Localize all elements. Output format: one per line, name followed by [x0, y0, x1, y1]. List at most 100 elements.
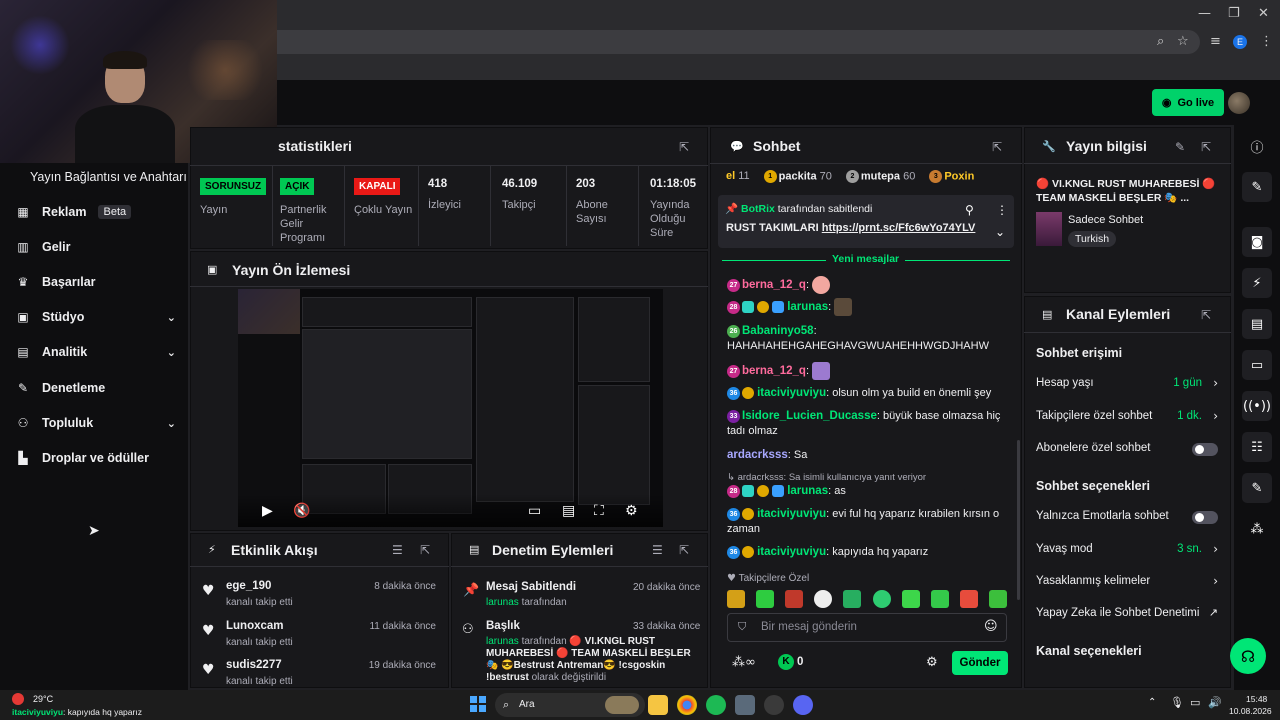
- lightning-icon[interactable]: ⚡: [1242, 268, 1272, 298]
- mute-icon[interactable]: 🔇: [293, 503, 310, 519]
- discord-icon[interactable]: [793, 695, 813, 715]
- camera-icon[interactable]: ◙: [1242, 227, 1272, 257]
- sidebar-item-drops[interactable]: ▙ Droplar ve ödüller: [16, 448, 176, 468]
- info-icon[interactable]: ⓘ: [1242, 131, 1272, 161]
- clock-time[interactable]: 15:48: [1246, 694, 1267, 704]
- unpin-icon[interactable]: ⚲: [965, 203, 974, 217]
- play-icon[interactable]: ▶: [262, 503, 273, 519]
- network-icon[interactable]: ▭: [1190, 696, 1200, 709]
- emote-icon[interactable]: [843, 590, 862, 608]
- setting-ai-moderation[interactable]: Yapay Zeka ile Sohbet Denetimi ↗: [1036, 606, 1218, 623]
- profile-avatar[interactable]: E: [1233, 35, 1247, 49]
- wrench-icon[interactable]: ✎: [1242, 473, 1272, 503]
- clip-icon[interactable]: ▤: [562, 503, 575, 519]
- user-avatar[interactable]: [1228, 92, 1250, 114]
- taskbar-search[interactable]: ⌕ Ara: [495, 693, 645, 717]
- sidebar-item-analytics[interactable]: ▤ Analitik ⌄: [16, 342, 176, 362]
- weather-temp[interactable]: 29°C: [33, 694, 53, 704]
- chat-bubble-icon[interactable]: ▭: [1242, 350, 1272, 380]
- bot-commands-icon[interactable]: ⁂∞: [732, 655, 756, 670]
- popout-icon[interactable]: ⇱: [679, 543, 689, 557]
- sidebar-item-moderation[interactable]: ✎ Denetleme: [16, 378, 176, 398]
- channel-actions-icon[interactable]: ☷: [1242, 432, 1272, 462]
- file-explorer-icon[interactable]: [648, 695, 668, 715]
- emote-icon[interactable]: [901, 590, 920, 608]
- emote-icon[interactable]: [930, 590, 949, 608]
- menu-kebab-icon[interactable]: ⋮: [1260, 34, 1273, 49]
- category-thumbnail[interactable]: [1036, 212, 1062, 246]
- go-live-button[interactable]: ◉ Go live: [1152, 89, 1224, 116]
- stream-video[interactable]: [238, 289, 663, 527]
- volume-icon[interactable]: 🔊: [1208, 696, 1222, 709]
- bookmark-star-icon[interactable]: ☆: [1177, 34, 1189, 49]
- filter-icon[interactable]: ☰: [652, 543, 663, 557]
- sidebar-stream-key-title[interactable]: Yayın Bağlantısı ve Anahtarı: [30, 170, 187, 184]
- popout-icon[interactable]: ⇱: [420, 543, 430, 557]
- chat-input[interactable]: ⛉ Bir mesaj gönderin ☺: [727, 613, 1007, 642]
- setting-banned-words[interactable]: Yasaklanmış kelimeler ›: [1036, 574, 1218, 591]
- edit-pencil-icon[interactable]: ✎: [1242, 172, 1272, 202]
- setting-account-age[interactable]: Hesap yaşı 1 gün ›: [1036, 376, 1218, 393]
- zoom-icon[interactable]: ⌕: [1157, 34, 1164, 49]
- clock-date[interactable]: 10.08.2026: [1229, 706, 1272, 716]
- send-button[interactable]: Gönder: [952, 651, 1008, 675]
- popout-icon[interactable]: ⇱: [992, 140, 1002, 154]
- emote-icon[interactable]: [988, 590, 1007, 608]
- chevron-down-icon[interactable]: ⌄: [995, 225, 1005, 239]
- chevron-right-icon: ›: [1213, 409, 1218, 423]
- chrome-icon[interactable]: [677, 695, 697, 715]
- sidebar-item-achievements[interactable]: ♛ Başarılar: [16, 272, 176, 292]
- settings-gear-icon[interactable]: ⚙: [926, 655, 938, 670]
- popout-icon[interactable]: ⇱: [1201, 140, 1211, 154]
- emote-icon[interactable]: [872, 590, 891, 608]
- setting-slow-mode[interactable]: Yavaş mod 3 sn. ›: [1036, 542, 1218, 559]
- emote-icon[interactable]: [756, 590, 775, 608]
- windows-start-icon[interactable]: [470, 696, 486, 712]
- app-icon[interactable]: [764, 695, 784, 715]
- emote-only-toggle[interactable]: [1192, 511, 1218, 524]
- pinned-link[interactable]: https://prnt.sc/Ffc6wYo74YLV: [822, 222, 976, 234]
- language-tag[interactable]: Turkish: [1068, 231, 1117, 247]
- tray-overflow-icon[interactable]: ⌃: [1148, 697, 1156, 708]
- settings-gear-icon[interactable]: ⚙: [625, 503, 638, 519]
- status-badge: SORUNSUZ: [200, 178, 267, 195]
- document-icon[interactable]: ▤: [1242, 309, 1272, 339]
- emoji-icon[interactable]: ☺: [984, 619, 998, 634]
- app-icon[interactable]: [735, 695, 755, 715]
- channel-points-icon[interactable]: K: [778, 654, 794, 670]
- integrations-icon[interactable]: ⁂: [1242, 514, 1272, 544]
- spotify-icon[interactable]: [706, 695, 726, 715]
- broadcast-icon[interactable]: ((•)): [1242, 391, 1272, 421]
- microphone-icon[interactable]: 🎙: [1170, 696, 1184, 709]
- close-icon[interactable]: ✕: [1258, 6, 1269, 21]
- setting-followers-only-chat[interactable]: Takipçilere özel sohbet 1 dk. ›: [1036, 409, 1218, 426]
- chat-message: 33 Isidore_Lucien_Ducasse: büyük base olm…: [727, 409, 1001, 437]
- sidebar-item-community[interactable]: ⚇ Topluluk ⌄: [16, 413, 176, 433]
- emote-icon[interactable]: [959, 590, 978, 608]
- more-options-icon[interactable]: ⋮: [996, 203, 1008, 217]
- maximize-icon[interactable]: ❐: [1228, 6, 1240, 21]
- fullscreen-icon[interactable]: ⛶: [594, 503, 604, 519]
- emote-icon[interactable]: [785, 590, 804, 608]
- chat-scrollbar[interactable]: [1017, 440, 1020, 600]
- popout-icon[interactable]: ⇱: [1201, 308, 1211, 322]
- channel-options-heading: Kanal seçenekleri: [1036, 644, 1142, 658]
- emote-icon[interactable]: [727, 590, 745, 608]
- search-icon: ⌕: [503, 698, 510, 711]
- stat-followers: 46.109 Takipçi: [502, 178, 538, 211]
- category-name[interactable]: Sadece Sohbet: [1068, 214, 1143, 226]
- community-icon: ⚇: [17, 416, 29, 430]
- subscribers-only-toggle[interactable]: [1192, 443, 1218, 456]
- sidebar-item-revenue[interactable]: ▥ Gelir: [16, 237, 176, 257]
- edit-pencil-icon[interactable]: ✎: [1175, 140, 1185, 154]
- media-icon[interactable]: ≡: [1210, 34, 1221, 49]
- popout-icon[interactable]: ⇱: [679, 140, 689, 154]
- emote-icon[interactable]: [814, 590, 833, 608]
- support-headset-icon[interactable]: ☊: [1230, 638, 1266, 674]
- minimize-icon[interactable]: —: [1198, 6, 1211, 21]
- filter-icon[interactable]: ☰: [392, 543, 403, 557]
- sidebar-item-studio[interactable]: ▣ Stüdyo ⌄: [16, 307, 176, 327]
- sidebar-item-ads[interactable]: ▦ Reklam Beta: [16, 202, 176, 222]
- theater-mode-icon[interactable]: ▭: [528, 503, 541, 519]
- address-bar[interactable]: [160, 30, 1200, 54]
